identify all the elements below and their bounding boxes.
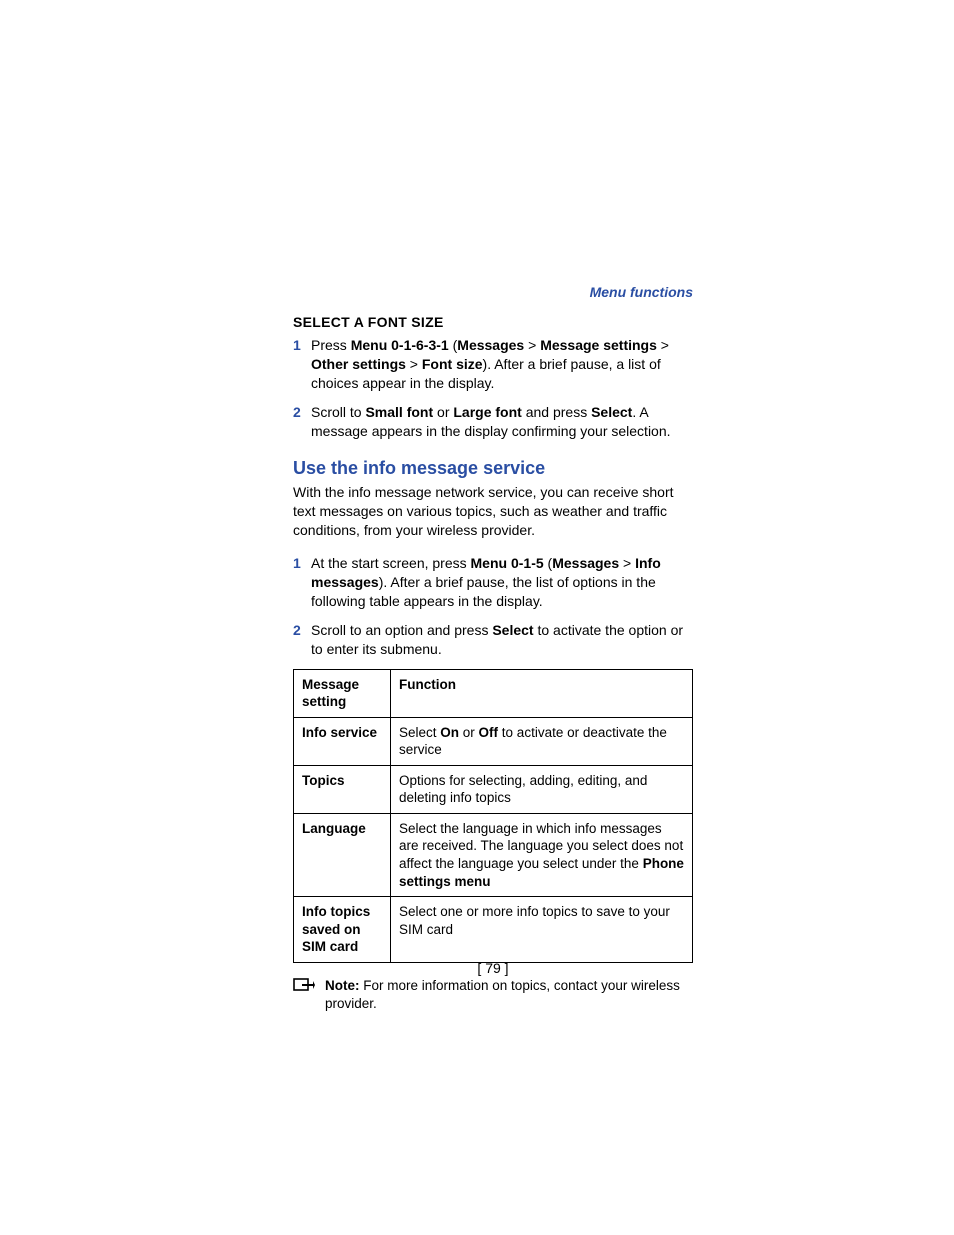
list-item: 1 At the start screen, press Menu 0-1-5 … [293,554,693,611]
table-row: Language Select the language in which in… [294,813,693,896]
table-cell: Language [294,813,391,896]
list-item: 1 Press Menu 0-1-6-3-1 (Messages > Messa… [293,336,693,393]
info-message-table: Message setting Function Info service Se… [293,669,693,963]
list-number: 1 [293,336,311,393]
note-text: Note: For more information on topics, co… [325,977,693,1013]
table-cell: Select On or Off to activate or deactiva… [391,717,693,765]
list-number: 2 [293,403,311,441]
table-row: Topics Options for selecting, adding, ed… [294,765,693,813]
section-subheading: SELECT A FONT SIZE [293,314,693,330]
table-cell: Options for selecting, adding, editing, … [391,765,693,813]
table-row: Info topics saved on SIM card Select one… [294,897,693,963]
page-number: [ 79 ] [293,960,693,976]
table-header-cell: Message setting [294,669,391,717]
note-block: Note: For more information on topics, co… [293,977,693,1013]
list-item-body: Scroll to an option and press Select to … [311,621,693,659]
table-cell: Info topics saved on SIM card [294,897,391,963]
table-cell: Info service [294,717,391,765]
list-item: 2 Scroll to Small font or Large font and… [293,403,693,441]
document-page: Menu functions SELECT A FONT SIZE 1 Pres… [293,284,693,1013]
list-item-body: Scroll to Small font or Large font and p… [311,403,693,441]
table-header-cell: Function [391,669,693,717]
note-icon [293,977,315,995]
table-row: Info service Select On or Off to activat… [294,717,693,765]
running-header: Menu functions [293,284,693,300]
list-number: 2 [293,621,311,659]
list-item-body: At the start screen, press Menu 0-1-5 (M… [311,554,693,611]
table-cell: Select the language in which info messag… [391,813,693,896]
list-item: 2 Scroll to an option and press Select t… [293,621,693,659]
list-item-body: Press Menu 0-1-6-3-1 (Messages > Message… [311,336,693,393]
section-heading: Use the info message service [293,458,693,479]
table-header-row: Message setting Function [294,669,693,717]
paragraph: With the info message network service, y… [293,483,693,540]
list-number: 1 [293,554,311,611]
table-cell: Topics [294,765,391,813]
table-cell: Select one or more info topics to save t… [391,897,693,963]
